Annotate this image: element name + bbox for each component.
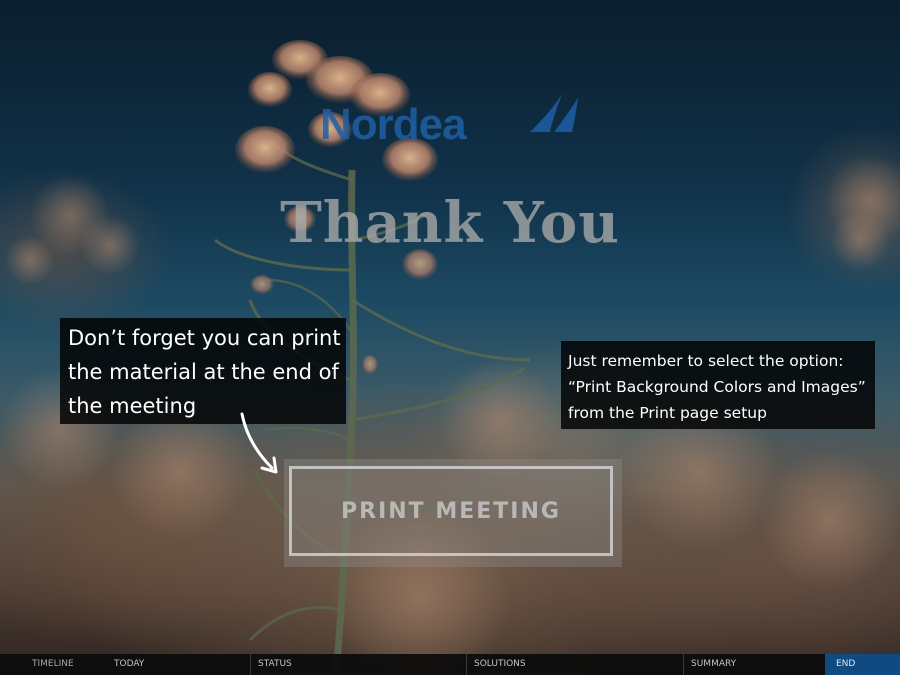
- print-note-line: the meeting: [68, 394, 197, 418]
- sail-icon: [530, 94, 578, 132]
- logo-wordmark: Nordea: [320, 100, 467, 149]
- print-note-callout: Don’t forget you can print the material …: [60, 318, 346, 424]
- print-note-line: Don’t forget you can print: [68, 326, 341, 350]
- timeline-nav: TIMELINE TODAY STATUS SOLUTIONS SUMMARY …: [0, 654, 900, 675]
- print-note-line: the material at the end of: [68, 360, 339, 384]
- nordea-logo: Nordea: [320, 92, 580, 154]
- slide-stage: Nordea Thank You Don’t forget you can pr…: [0, 0, 900, 675]
- print-tip-callout: Just remember to select the option: “Pri…: [561, 341, 875, 429]
- nav-item-summary[interactable]: SUMMARY: [683, 654, 825, 675]
- nav-item-end[interactable]: END: [825, 654, 900, 675]
- curved-arrow-icon: [240, 412, 278, 474]
- nav-item-today[interactable]: TODAY: [107, 654, 250, 675]
- print-meeting-button[interactable]: PRINT MEETING: [289, 466, 613, 556]
- nav-item-status[interactable]: STATUS: [250, 654, 466, 675]
- print-meeting-panel[interactable]: PRINT MEETING: [284, 459, 622, 567]
- timeline-label: TIMELINE: [32, 659, 74, 669]
- page-title: Thank You: [280, 190, 620, 256]
- print-tip-line: “Print Background Colors and Images”: [568, 378, 866, 396]
- print-tip-line: from the Print page setup: [568, 404, 767, 422]
- nav-item-solutions[interactable]: SOLUTIONS: [466, 654, 683, 675]
- print-tip-line: Just remember to select the option:: [568, 352, 844, 370]
